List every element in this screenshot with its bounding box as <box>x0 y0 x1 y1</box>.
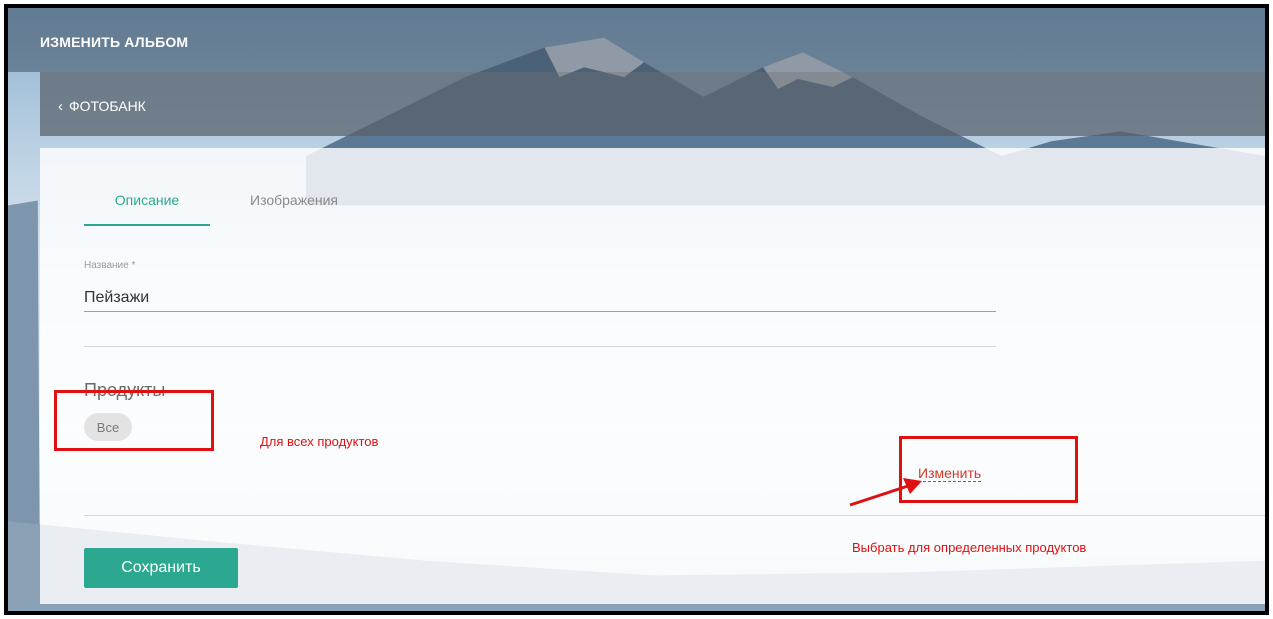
tab-images[interactable]: Изображения <box>250 192 338 208</box>
name-field[interactable] <box>84 284 996 312</box>
tab-description[interactable]: Описание <box>84 192 210 208</box>
active-tab-indicator <box>84 224 210 226</box>
chevron-left-icon: ‹ <box>58 97 63 115</box>
breadcrumb-bar: ‹ ФОТОБАНК <box>40 72 1265 136</box>
annotation-all-products: Для всех продуктов <box>260 434 379 449</box>
back-link-label: ФОТОБАНК <box>69 98 146 114</box>
page-header: ИЗМЕНИТЬ АЛЬБОМ <box>8 8 1265 72</box>
page-title: ИЗМЕНИТЬ АЛЬБОМ <box>40 34 189 50</box>
divider <box>84 515 1265 516</box>
divider <box>84 346 996 347</box>
annotation-box-change-link <box>899 436 1078 503</box>
annotation-box-all-products <box>54 390 214 451</box>
save-button[interactable]: Сохранить <box>84 548 238 588</box>
album-form-panel: Описание Изображения Название * Продукты… <box>40 148 1265 604</box>
app-window: ИЗМЕНИТЬ АЛЬБОМ ‹ ФОТОБАНК Описание Изоб… <box>4 4 1269 615</box>
name-field-label: Название * <box>84 260 136 271</box>
annotation-choose-specific: Выбрать для определенных продуктов <box>852 540 1087 555</box>
back-link[interactable]: ‹ ФОТОБАНК <box>58 98 146 114</box>
